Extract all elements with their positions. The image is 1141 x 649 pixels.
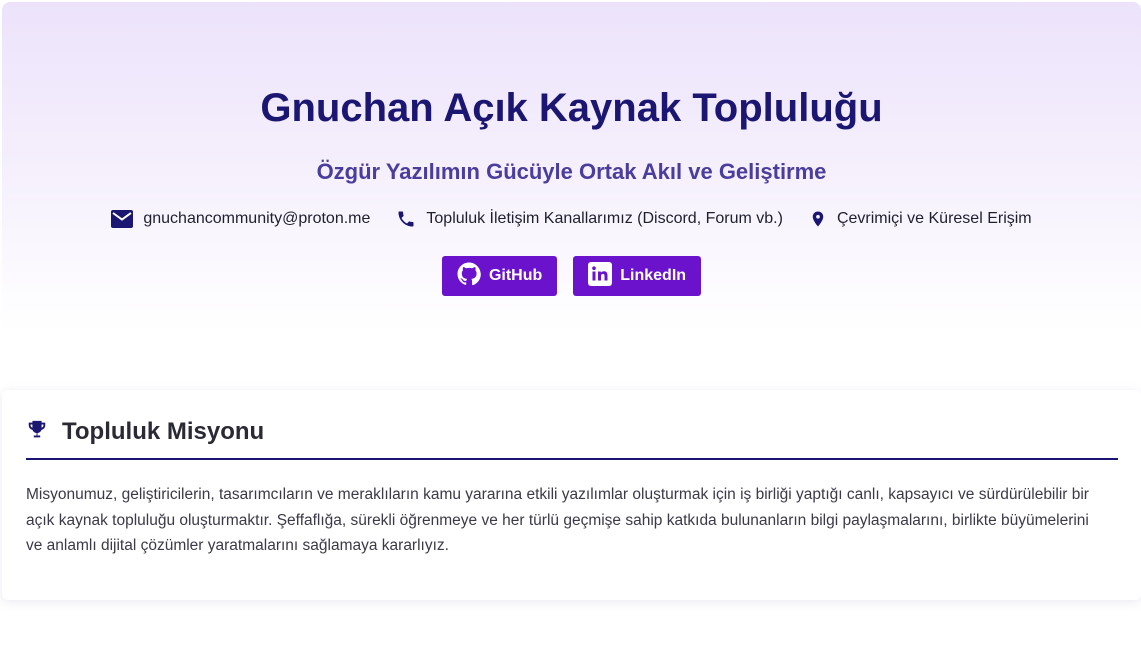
github-button[interactable]: GitHub (441, 256, 558, 296)
linkedin-button[interactable]: LinkedIn (573, 256, 702, 296)
mission-text: Misyonumuz, geliştiricilerin, tasarımcıl… (26, 486, 1089, 554)
social-buttons: GitHub LinkedIn (2, 256, 1141, 296)
linkedin-button-label: LinkedIn (620, 267, 687, 284)
contact-email[interactable]: gnuchancommunity@proton.me (111, 210, 370, 228)
contact-channels-text: Topluluk İletişim Kanallarımız (Discord,… (426, 210, 783, 227)
mission-card-header: Topluluk Misyonu (26, 414, 1118, 460)
page-title: Gnuchan Açık Kaynak Topluluğu (260, 86, 883, 130)
linkedin-icon (588, 261, 613, 291)
mission-title: Topluluk Misyonu (62, 418, 265, 445)
trophy-icon (26, 419, 48, 446)
mail-icon (111, 210, 134, 228)
contact-channels: Topluluk İletişim Kanallarımız (Discord,… (396, 209, 783, 229)
github-icon (457, 262, 481, 291)
mission-card: Topluluk Misyonu Misyonumuz, geliştirici… (2, 390, 1141, 600)
hero-header: Gnuchan Açık Kaynak Topluluğu Özgür Yazı… (2, 2, 1141, 332)
contact-location-text: Çevrimiçi ve Küresel Erişim (836, 210, 1032, 227)
location-icon (809, 208, 827, 230)
contact-location: Çevrimiçi ve Küresel Erişim (809, 208, 1032, 230)
page-subtitle: Özgür Yazılımın Gücüyle Ortak Akıl ve Ge… (316, 159, 827, 184)
contact-info: gnuchancommunity@proton.me Topluluk İlet… (2, 208, 1141, 230)
github-button-label: GitHub (488, 267, 543, 284)
contact-email-text: gnuchancommunity@proton.me (143, 210, 371, 227)
phone-icon (396, 209, 416, 229)
